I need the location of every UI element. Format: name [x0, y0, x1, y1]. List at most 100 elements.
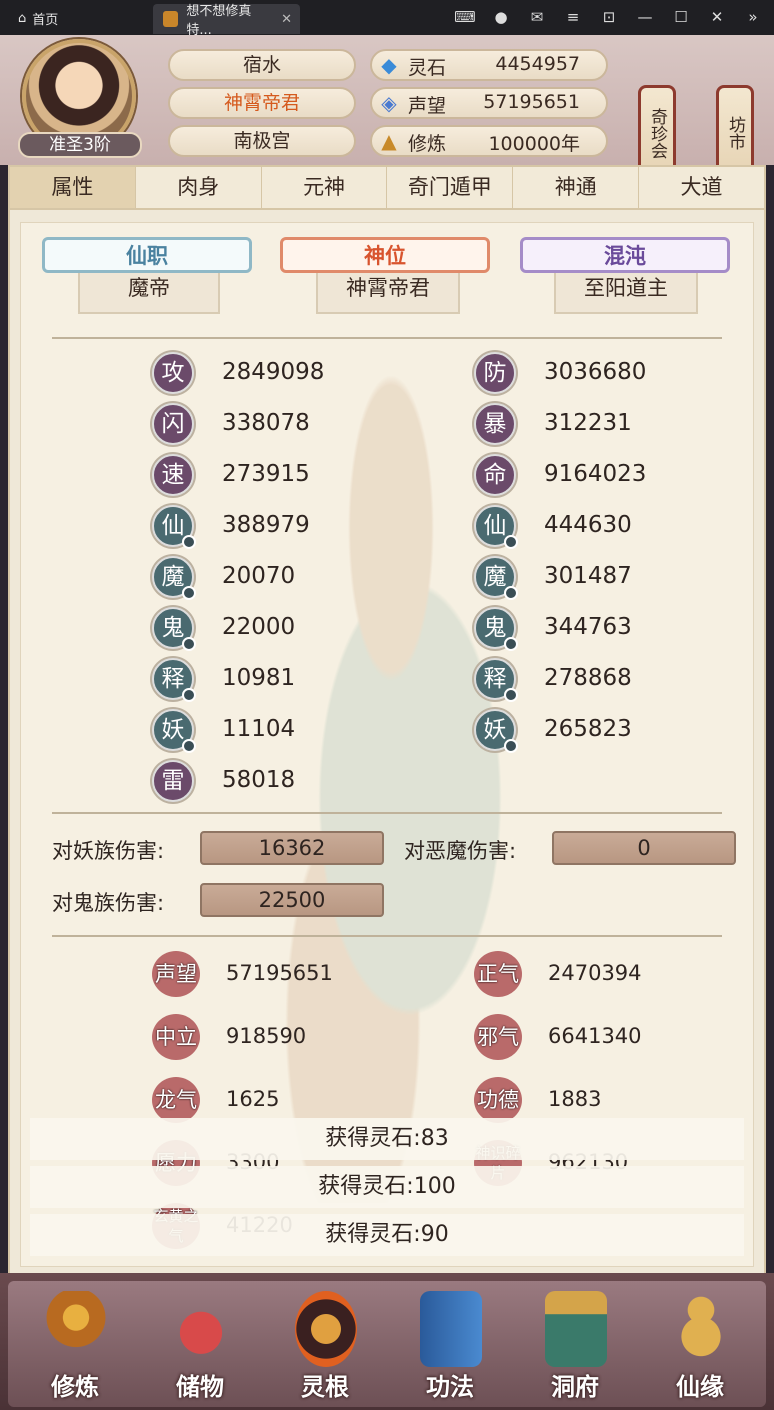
home-tab[interactable]: ⌂ 首页 [18, 9, 58, 28]
home-label: 首页 [32, 13, 59, 28]
stat-value: 388979 [222, 512, 310, 538]
prestige-icon: ◈ [381, 91, 397, 115]
stat-value: 2849098 [222, 359, 325, 385]
tab-title: 想不想修真特... [186, 4, 252, 38]
minimize-icon[interactable]: — [634, 7, 656, 27]
evil-damage-value: 0 [552, 831, 736, 865]
reputation-label: 龙气 [152, 1077, 200, 1123]
nav-cave[interactable]: 洞府 [520, 1283, 630, 1407]
divider [52, 812, 722, 814]
immortal-post-value: 魔帝 [78, 266, 220, 314]
window-controls: ⌨ ● ✉ ≡ ⊡ — ☐ ✕ » [454, 7, 764, 27]
game-tab[interactable]: 想不想修真特... ✕ [153, 4, 300, 38]
stat-badge-icon[interactable]: 闪 [152, 403, 194, 445]
stat-badge-icon[interactable]: 仙 [474, 505, 518, 549]
info-icon[interactable] [504, 637, 518, 651]
pin-icon[interactable]: ⊡ [598, 7, 620, 27]
reputation-item: 龙气 1625 [152, 1077, 279, 1123]
bottom-nav: 修炼 储物 灵根 功法 洞府 仙缘 [0, 1273, 774, 1410]
reputation-value: 1883 [548, 1087, 602, 1111]
divine-rank-header: 神位 [280, 237, 490, 273]
info-icon[interactable] [182, 739, 196, 753]
user-icon[interactable]: ● [490, 7, 512, 27]
stat-value: 9164023 [544, 461, 647, 487]
stat-value: 265823 [544, 716, 632, 742]
stat-badge-icon[interactable]: 鬼 [152, 607, 196, 651]
stat-badge-icon[interactable]: 攻 [152, 352, 194, 394]
stat-value: 278868 [544, 665, 632, 691]
stat-badge-icon[interactable]: 鬼 [474, 607, 518, 651]
menu-icon[interactable]: ≡ [562, 7, 584, 27]
stat-value: 444630 [544, 512, 632, 538]
tab-dao[interactable]: 大道 [639, 167, 764, 208]
stat-badge-icon[interactable]: 雷 [152, 760, 194, 802]
stat-value: 58018 [222, 767, 296, 793]
nav-skills[interactable]: 功法 [395, 1283, 505, 1407]
info-icon[interactable] [182, 535, 196, 549]
demon-damage-value: 16362 [200, 831, 384, 865]
expand-icon[interactable]: » [742, 7, 764, 27]
attributes-panel [8, 210, 766, 1273]
mail-icon[interactable]: ✉ [526, 7, 548, 27]
nav-storage[interactable]: 储物 [145, 1283, 255, 1407]
reward-toast: 获得灵石:90 [30, 1214, 744, 1256]
stat-badge-icon[interactable]: 防 [474, 352, 516, 394]
tab-qimen[interactable]: 奇门遁甲 [387, 167, 514, 208]
nav-root[interactable]: 灵根 [270, 1283, 380, 1407]
divider [52, 337, 722, 339]
resource-prestige: ◈ 声望 57195651 [370, 87, 608, 119]
reputation-label: 功德 [474, 1077, 522, 1123]
cultivator-icon [45, 1291, 107, 1367]
info-icon[interactable] [504, 688, 518, 702]
stat-badge-icon[interactable]: 仙 [152, 505, 196, 549]
stat-badge-icon[interactable]: 暴 [474, 403, 516, 445]
tab-body[interactable]: 肉身 [136, 167, 262, 208]
stat-value: 22000 [222, 614, 296, 640]
chaos-value: 至阳道主 [554, 266, 698, 314]
resource-cultivation: ▲ 修炼 100000年 [370, 125, 608, 157]
building-icon [545, 1291, 607, 1367]
reputation-label: 邪气 [474, 1014, 522, 1060]
info-icon[interactable] [504, 535, 518, 549]
close-tab-icon[interactable]: ✕ [281, 12, 292, 27]
stat-badge-icon[interactable]: 命 [474, 454, 516, 496]
stat-badge-icon[interactable]: 释 [474, 658, 518, 702]
home-icon: ⌂ [18, 11, 27, 26]
info-icon[interactable] [504, 739, 518, 753]
game-window: ⌂ 首页 想不想修真特... ✕ ⌨ ● ✉ ≡ ⊡ — ☐ ✕ » 准圣3阶 宿水… [0, 0, 774, 1410]
divider [52, 935, 722, 937]
character-illustration [201, 303, 581, 1203]
maximize-icon[interactable]: ☐ [670, 7, 692, 27]
stat-badge-icon[interactable]: 魔 [474, 556, 518, 600]
sect-name: 南极宫 [168, 125, 356, 157]
tab-powers[interactable]: 神通 [513, 167, 640, 208]
player-title: 神霄帝君 [168, 87, 356, 119]
spirit-root-icon [295, 1291, 357, 1367]
stat-badge-icon[interactable]: 释 [152, 658, 196, 702]
stat-badge-icon[interactable]: 妖 [474, 709, 518, 753]
stat-badge-icon[interactable]: 速 [152, 454, 194, 496]
gamepad-icon[interactable]: ⌨ [454, 7, 476, 27]
info-icon[interactable] [182, 688, 196, 702]
rank-badge: 准圣3阶 [18, 132, 142, 158]
nav-cultivate[interactable]: 修炼 [20, 1283, 130, 1407]
reputation-item: 正气 2470394 [474, 951, 642, 997]
reputation-value: 918590 [226, 1024, 307, 1048]
tab-spirit[interactable]: 元神 [262, 167, 388, 208]
info-icon[interactable] [504, 586, 518, 600]
resource-spirit-stone: ◆ 灵石 4454957 [370, 49, 608, 81]
tab-bar: 属性 肉身 元神 奇门遁甲 神通 大道 [8, 165, 766, 210]
stat-badge-icon[interactable]: 魔 [152, 556, 196, 600]
reputation-item: 功德 1883 [474, 1077, 602, 1123]
reward-toast: 获得灵石:83 [30, 1118, 744, 1160]
ghost-damage-label: 对鬼族伤害: [52, 891, 165, 915]
nav-fate[interactable]: 仙缘 [645, 1283, 755, 1407]
reputation-label: 声望 [152, 951, 200, 997]
info-icon[interactable] [182, 586, 196, 600]
stat-value: 10981 [222, 665, 296, 691]
info-icon[interactable] [182, 637, 196, 651]
tab-attributes[interactable]: 属性 [10, 167, 136, 208]
player-header: 准圣3阶 宿水 神霄帝君 南极宫 ◆ 灵石 4454957 ◈ 声望 57195651 … [0, 35, 774, 181]
close-icon[interactable]: ✕ [706, 7, 728, 27]
stat-badge-icon[interactable]: 妖 [152, 709, 196, 753]
